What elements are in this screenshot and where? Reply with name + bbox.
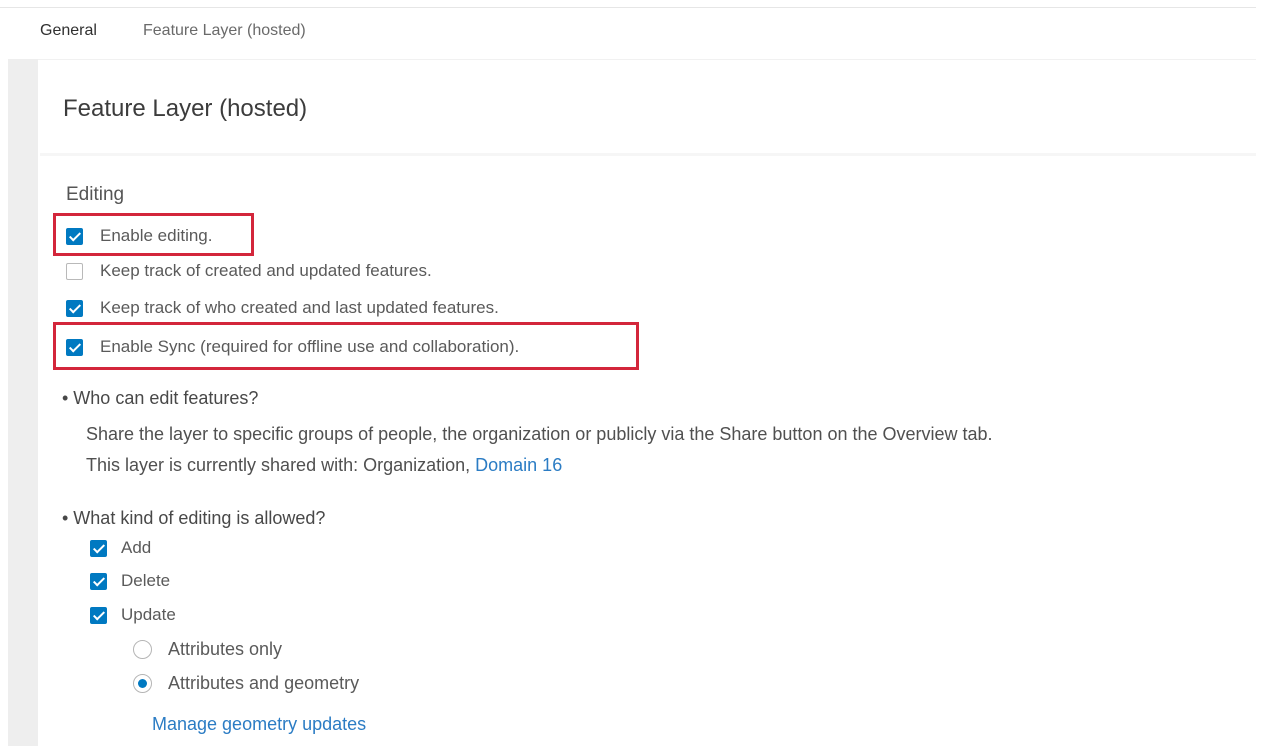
shared-with-text: This layer is currently shared with: Org…	[86, 455, 476, 475]
track-who-checkbox[interactable]	[66, 299, 83, 317]
who-can-edit-description: Share the layer to specific groups of pe…	[86, 424, 993, 444]
tab-general[interactable]: General	[40, 22, 97, 40]
who-can-edit-heading: • Who can edit features?	[62, 388, 259, 408]
delete-option[interactable]: Delete	[90, 568, 170, 594]
track-created-updated-option[interactable]: Keep track of created and updated featur…	[66, 258, 432, 284]
track-created-updated-checkbox[interactable]	[66, 262, 83, 280]
domain-link[interactable]: Domain 16	[475, 455, 562, 475]
track-who-option[interactable]: Keep track of who created and last updat…	[66, 295, 499, 321]
add-checkbox[interactable]	[90, 539, 107, 557]
attributes-only-label: Attributes only	[168, 638, 283, 659]
editing-section-title: Editing	[66, 184, 125, 205]
attributes-geometry-option[interactable]: Attributes and geometry	[133, 670, 359, 696]
update-label: Update	[121, 605, 176, 624]
track-created-updated-label: Keep track of created and updated featur…	[100, 261, 432, 280]
update-option[interactable]: Update	[90, 602, 176, 628]
add-label: Add	[121, 538, 152, 557]
delete-label: Delete	[121, 571, 171, 590]
header-divider	[40, 153, 1256, 156]
attributes-only-radio[interactable]	[133, 639, 152, 659]
shared-with-line: This layer is currently shared with: Org…	[86, 455, 562, 476]
attributes-geometry-radio[interactable]	[133, 673, 152, 693]
manage-geometry-updates-link[interactable]: Manage geometry updates	[152, 714, 366, 735]
update-checkbox[interactable]	[90, 606, 107, 624]
attributes-only-option[interactable]: Attributes only	[133, 636, 282, 662]
left-gutter	[8, 59, 38, 746]
edit-kind-heading: • What kind of editing is allowed?	[62, 508, 326, 528]
tab-feature-layer[interactable]: Feature Layer (hosted)	[143, 22, 306, 40]
delete-checkbox[interactable]	[90, 572, 107, 590]
track-who-label: Keep track of who created and last updat…	[100, 298, 499, 317]
top-divider	[0, 7, 1256, 8]
attributes-geometry-label: Attributes and geometry	[168, 672, 360, 693]
add-option[interactable]: Add	[90, 535, 151, 561]
highlight-box-enable-sync	[53, 322, 639, 370]
page-title: Feature Layer (hosted)	[63, 95, 308, 122]
highlight-box-enable-editing	[53, 213, 254, 256]
